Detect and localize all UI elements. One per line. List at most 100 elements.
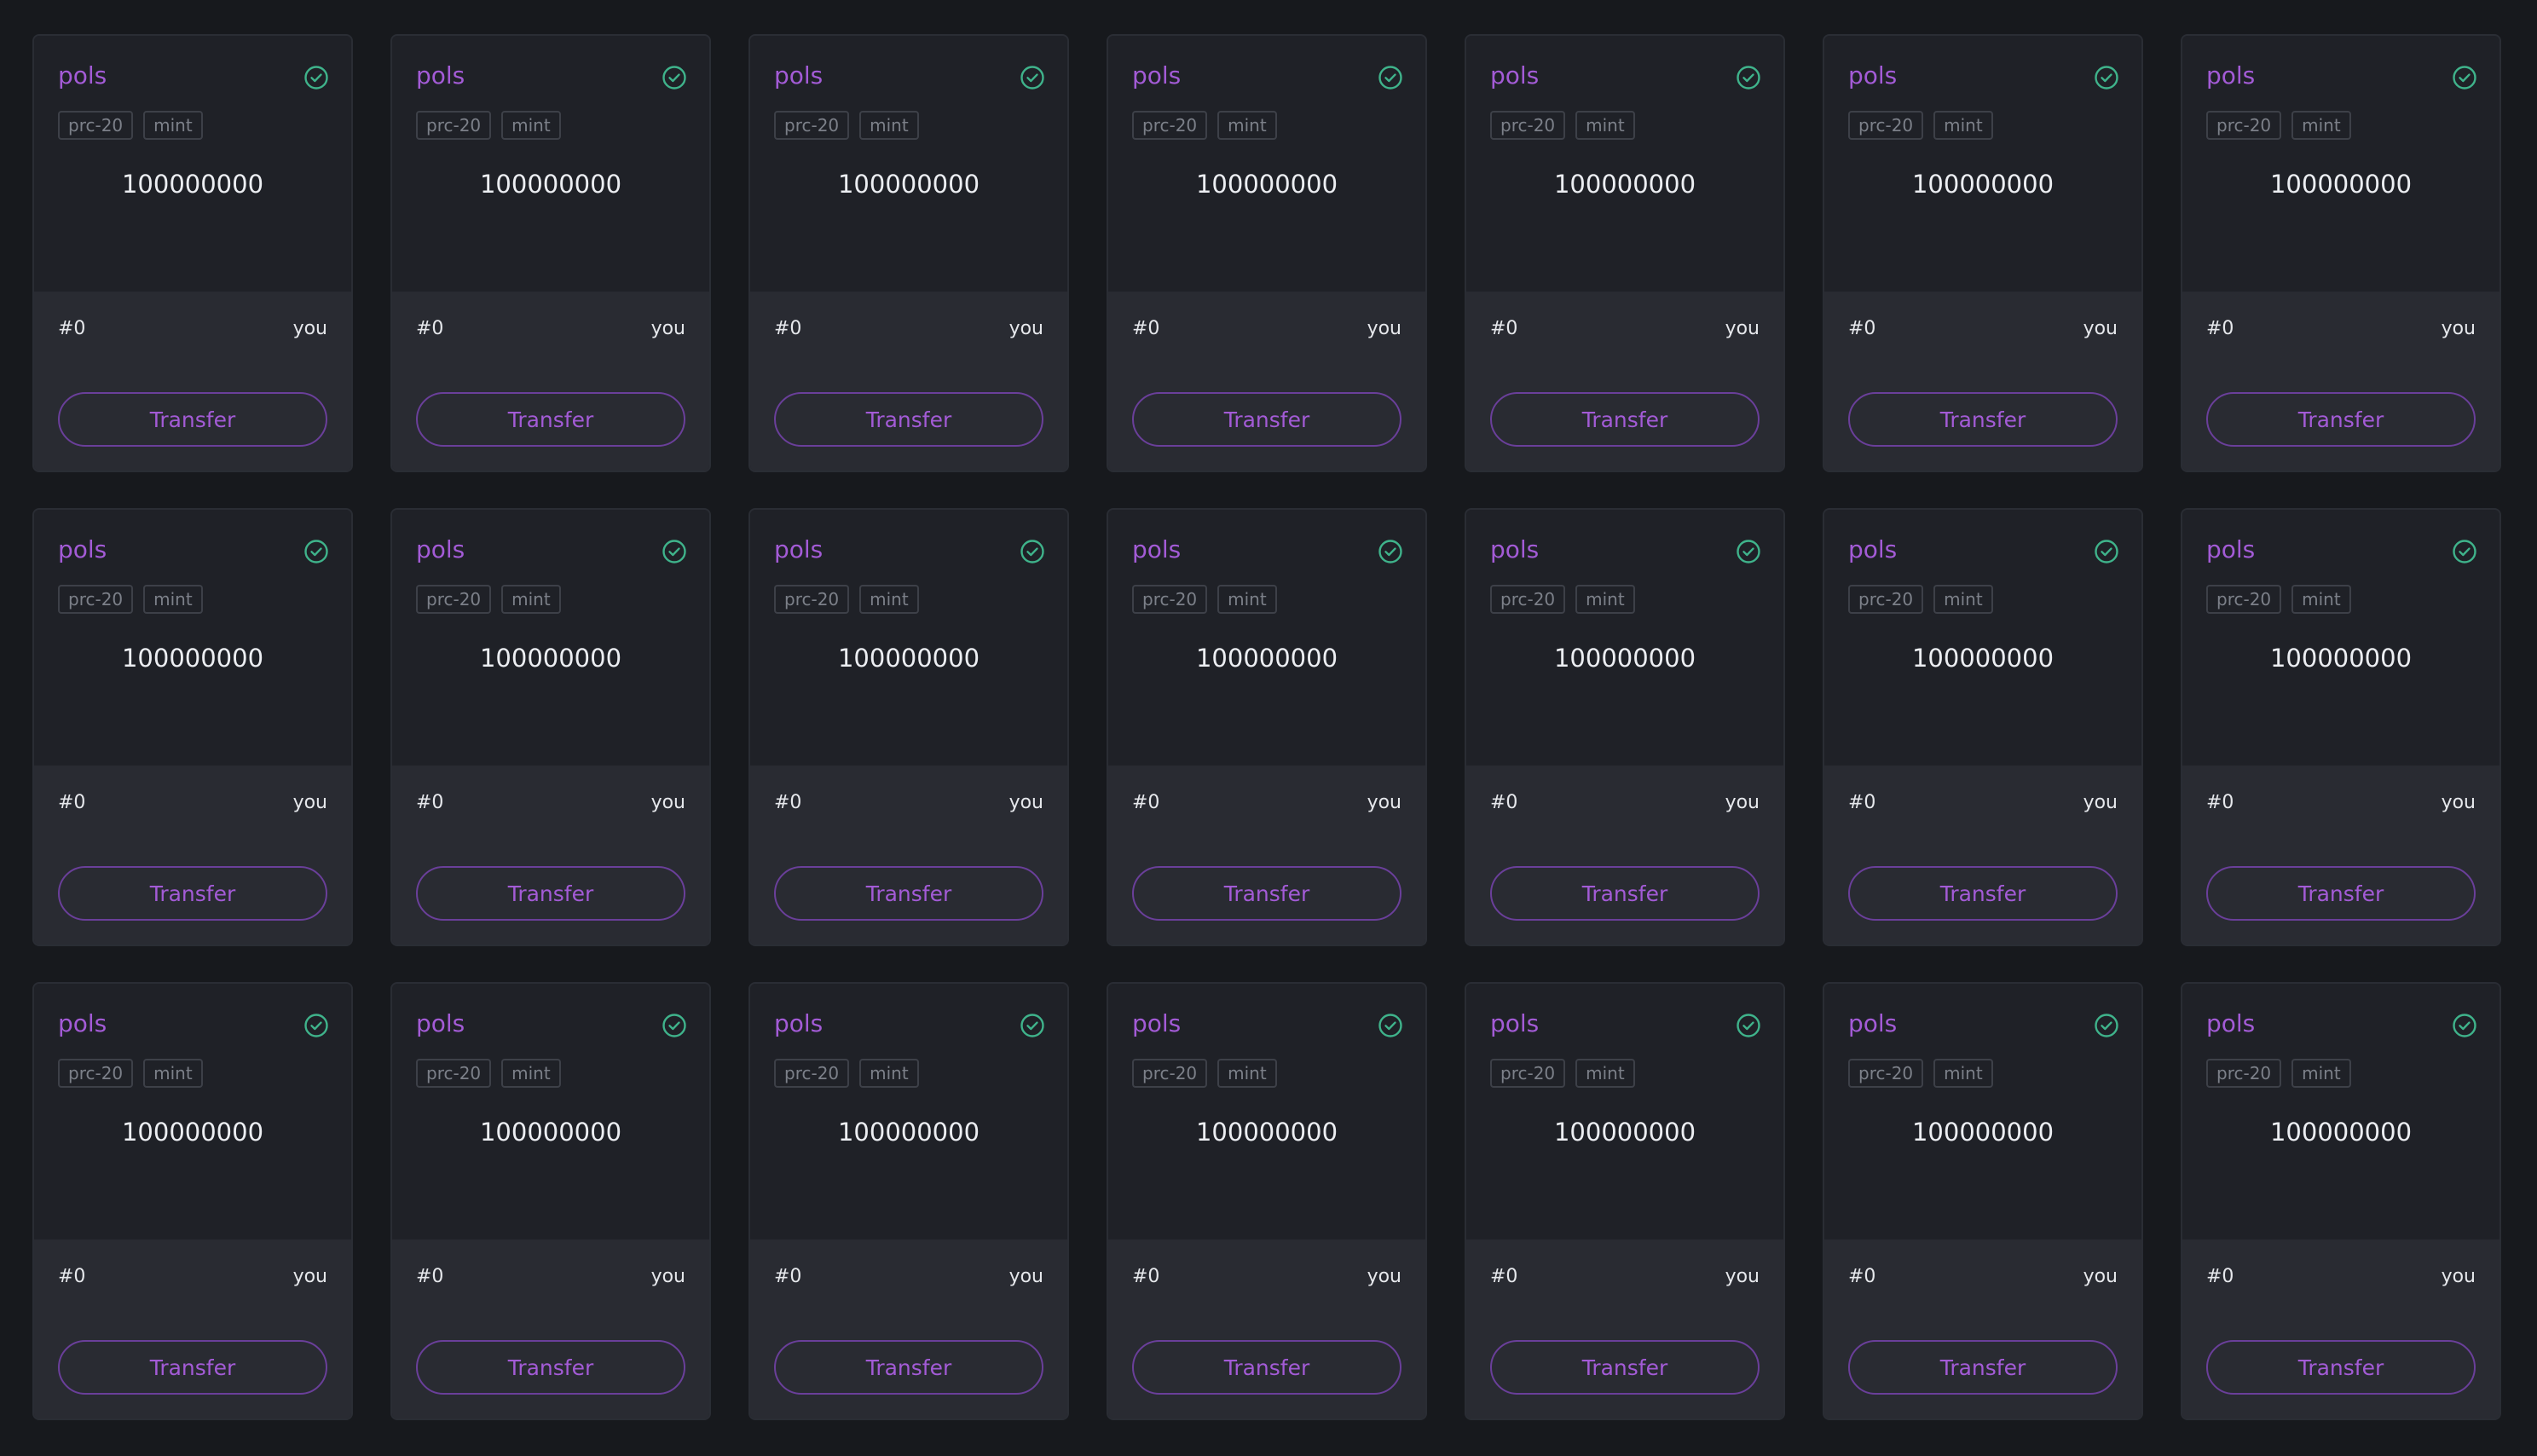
token-amount: 100000000 (1553, 1118, 1696, 1147)
operation-tag: mint (1933, 111, 1993, 140)
protocol-tag: prc-20 (1848, 585, 1924, 614)
check-circle-icon (304, 1014, 328, 1037)
transfer-button[interactable]: Transfer (1848, 866, 2118, 921)
transfer-button[interactable]: Transfer (774, 866, 1043, 921)
check-circle-icon (304, 540, 328, 563)
inscription-card[interactable]: pols prc-20 mint 100000000 #0 you Transf… (2181, 508, 2501, 946)
inscription-card[interactable]: pols prc-20 mint 100000000 #0 you Transf… (390, 34, 711, 472)
inscription-card[interactable]: pols prc-20 mint 100000000 #0 you Transf… (748, 982, 1069, 1420)
ticker-label: pols (2206, 535, 2256, 563)
tag-list: prc-20 mint (1490, 585, 1635, 614)
check-circle-icon (1737, 1014, 1760, 1037)
transfer-button[interactable]: Transfer (58, 392, 327, 447)
inscription-number: #0 (2206, 792, 2234, 813)
operation-tag: mint (859, 1059, 919, 1088)
transfer-button[interactable]: Transfer (416, 866, 685, 921)
ticker-label: pols (1132, 535, 1182, 563)
tag-list: prc-20 mint (1848, 585, 1993, 614)
inscription-card[interactable]: pols prc-20 mint 100000000 #0 you Transf… (1465, 508, 1785, 946)
owner-label: you (1008, 1266, 1043, 1287)
owner-label: you (292, 792, 327, 813)
transfer-button[interactable]: Transfer (1132, 1340, 1401, 1395)
inscription-card[interactable]: pols prc-20 mint 100000000 #0 you Transf… (390, 508, 711, 946)
check-circle-icon (2453, 66, 2476, 90)
check-circle-icon (2095, 66, 2118, 90)
ticker-label: pols (774, 535, 824, 563)
transfer-button[interactable]: Transfer (1490, 392, 1760, 447)
tag-list: prc-20 mint (2206, 1059, 2351, 1088)
owner-label: you (1725, 1266, 1760, 1287)
inscription-number: #0 (1132, 318, 1160, 339)
inscription-number: #0 (2206, 1266, 2234, 1287)
transfer-button[interactable]: Transfer (58, 1340, 327, 1395)
ticker-label: pols (416, 1009, 465, 1037)
inscription-number: #0 (2206, 318, 2234, 339)
operation-tag: mint (859, 111, 919, 140)
check-circle-icon (1020, 540, 1044, 563)
transfer-button[interactable]: Transfer (1132, 866, 1401, 921)
owner-label: you (2441, 792, 2476, 813)
inscription-card[interactable]: pols prc-20 mint 100000000 #0 you Transf… (32, 982, 353, 1420)
tag-list: prc-20 mint (1132, 585, 1277, 614)
inscription-card[interactable]: pols prc-20 mint 100000000 #0 you Transf… (1107, 34, 1427, 472)
ticker-label: pols (1490, 61, 1540, 90)
transfer-button[interactable]: Transfer (416, 1340, 685, 1395)
token-amount: 100000000 (2269, 1118, 2413, 1147)
inscription-number: #0 (1848, 792, 1876, 813)
check-circle-icon (662, 66, 686, 90)
owner-label: you (1725, 318, 1760, 339)
inscription-card[interactable]: pols prc-20 mint 100000000 #0 you Transf… (1823, 982, 2143, 1420)
owner-label: you (650, 792, 685, 813)
inscription-card[interactable]: pols prc-20 mint 100000000 #0 you Transf… (1823, 508, 2143, 946)
token-amount: 100000000 (837, 644, 980, 673)
transfer-button[interactable]: Transfer (774, 392, 1043, 447)
protocol-tag: prc-20 (1490, 111, 1566, 140)
inscription-card[interactable]: pols prc-20 mint 100000000 #0 you Transf… (32, 508, 353, 946)
transfer-button[interactable]: Transfer (1490, 1340, 1760, 1395)
transfer-button[interactable]: Transfer (416, 392, 685, 447)
owner-label: you (292, 1266, 327, 1287)
inscription-card[interactable]: pols prc-20 mint 100000000 #0 you Transf… (1823, 34, 2143, 472)
transfer-button[interactable]: Transfer (58, 866, 327, 921)
operation-tag: mint (2291, 111, 2351, 140)
transfer-button[interactable]: Transfer (1490, 866, 1760, 921)
ticker-label: pols (1848, 535, 1898, 563)
operation-tag: mint (143, 585, 203, 614)
operation-tag: mint (1217, 585, 1277, 614)
transfer-button[interactable]: Transfer (2206, 392, 2476, 447)
inscription-number: #0 (1490, 792, 1518, 813)
transfer-button[interactable]: Transfer (2206, 1340, 2476, 1395)
inscription-card[interactable]: pols prc-20 mint 100000000 #0 you Transf… (748, 34, 1069, 472)
inscription-card[interactable]: pols prc-20 mint 100000000 #0 you Transf… (1107, 508, 1427, 946)
inscription-number: #0 (58, 1266, 86, 1287)
tag-list: prc-20 mint (1132, 1059, 1277, 1088)
inscription-card[interactable]: pols prc-20 mint 100000000 #0 you Transf… (1465, 34, 1785, 472)
tag-list: prc-20 mint (774, 111, 919, 140)
inscription-card[interactable]: pols prc-20 mint 100000000 #0 you Transf… (2181, 34, 2501, 472)
inscription-card[interactable]: pols prc-20 mint 100000000 #0 you Transf… (1465, 982, 1785, 1420)
operation-tag: mint (1933, 1059, 1993, 1088)
protocol-tag: prc-20 (1490, 585, 1566, 614)
inscription-number: #0 (1490, 1266, 1518, 1287)
inscription-number: #0 (1490, 318, 1518, 339)
token-amount: 100000000 (1911, 170, 2054, 199)
owner-label: you (2083, 792, 2118, 813)
token-amount: 100000000 (1553, 170, 1696, 199)
transfer-button[interactable]: Transfer (1848, 392, 2118, 447)
inscription-card[interactable]: pols prc-20 mint 100000000 #0 you Transf… (1107, 982, 1427, 1420)
transfer-button[interactable]: Transfer (774, 1340, 1043, 1395)
transfer-button[interactable]: Transfer (2206, 866, 2476, 921)
inscription-card[interactable]: pols prc-20 mint 100000000 #0 you Transf… (390, 982, 711, 1420)
token-amount: 100000000 (121, 1118, 264, 1147)
inscription-card[interactable]: pols prc-20 mint 100000000 #0 you Transf… (32, 34, 353, 472)
transfer-button[interactable]: Transfer (1132, 392, 1401, 447)
inscription-card[interactable]: pols prc-20 mint 100000000 #0 you Transf… (2181, 982, 2501, 1420)
tag-list: prc-20 mint (1848, 1059, 1993, 1088)
check-circle-icon (304, 66, 328, 90)
inscription-number: #0 (774, 1266, 802, 1287)
transfer-button[interactable]: Transfer (1848, 1340, 2118, 1395)
protocol-tag: prc-20 (58, 585, 134, 614)
inscription-card[interactable]: pols prc-20 mint 100000000 #0 you Transf… (748, 508, 1069, 946)
protocol-tag: prc-20 (1490, 1059, 1566, 1088)
ticker-label: pols (774, 61, 824, 90)
